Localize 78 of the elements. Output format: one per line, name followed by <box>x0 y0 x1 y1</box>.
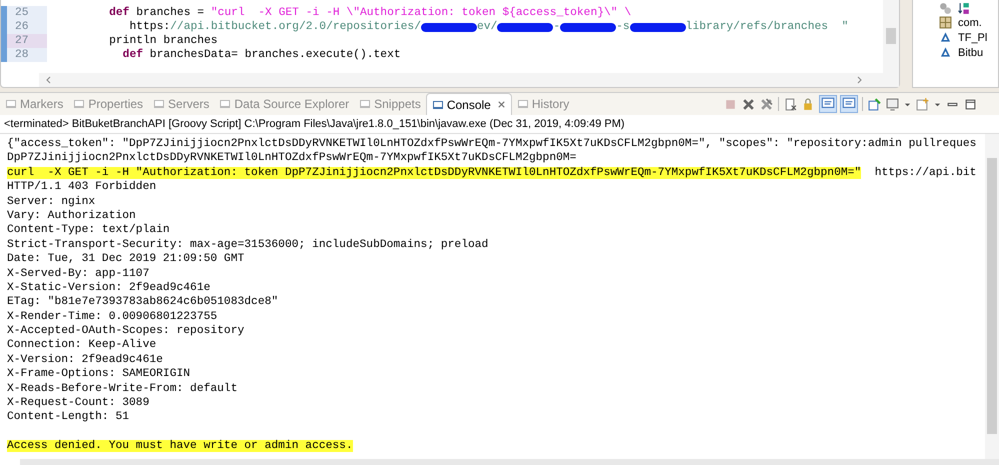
console-output-line: Date: Tue, 31 Dec 2019 21:09:50 GMT <box>7 253 244 266</box>
code-text: "curl -X GET -i -H \"Authorization: token ${access_token}\" \ <box>210 6 632 20</box>
close-all-icon[interactable] <box>760 98 773 110</box>
console-output-line: X-Static-Version: 2f9ead9c461e <box>7 282 210 294</box>
console-output-line: X-Version: 2f9ead9c461e <box>7 354 163 366</box>
console-output-line: Connection: Keep-Alive <box>7 339 156 352</box>
triangle-icon <box>939 31 952 44</box>
console-output-line: Server: nginx <box>7 196 96 208</box>
console-toggle-icon[interactable] <box>820 96 836 112</box>
line-number: 28 <box>1 48 47 62</box>
code-editor[interactable] <box>0 0 900 88</box>
code-text: library/refs/branches " <box>686 20 848 34</box>
vertical-scrollbar[interactable] <box>883 0 899 87</box>
line-number: 27 <box>1 34 47 48</box>
console-header: <terminated> BitBuketBranchAPI [Groovy Script] C:\Program Files\Java\jre1.8.0_151\bin\javaw.exe (Dec 31, 2019, 4:09:49 PM) <box>0 115 999 134</box>
view-icon <box>359 98 372 110</box>
console-output-line: X-Frame-Options: SAMEORIGIN <box>7 368 190 380</box>
monitor-icon[interactable] <box>886 98 899 110</box>
redaction-mark <box>420 23 477 32</box>
code-text: println branches <box>108 34 218 48</box>
maximize-icon[interactable] <box>964 98 977 110</box>
redaction-mark <box>497 23 554 32</box>
view-icon <box>516 98 529 110</box>
close-icon[interactable] <box>742 98 755 110</box>
code-text: ev/ <box>476 20 498 34</box>
console-output-line: X-Served-By: app-1107 <box>7 268 150 280</box>
vertical-scrollbar[interactable] <box>985 134 999 459</box>
code-text: branches = <box>135 6 206 20</box>
code-text: //api.bitbucket.org/2.0/repositories/ <box>170 20 421 34</box>
view-icon <box>5 98 17 110</box>
outline-item[interactable]: com. <box>958 16 982 28</box>
console-output-line: {"access_token": "DpP7ZJinijjiocn2PnxlctDsDDyRVNKETWIl0LnHTOZdxfPswWrEQm-7YMxpwfIK5Xt7uKDsCFLM2gbpn0M=", "scopes": "repository:admin pullreques <box>7 138 976 150</box>
console-output-line: Content-Type: text/plain <box>7 224 170 236</box>
sort-icon[interactable] <box>958 2 971 15</box>
console-output-line: X-Render-Time: 0.00906801223755 <box>7 310 218 323</box>
console-output-line: ETag: "b81e7e7393783ab8624c6b051083dce8" <box>7 296 278 308</box>
balls-icon[interactable] <box>939 2 952 15</box>
console-output-line: DpP7ZJinijjiocn2PnxlctDsDDyRVNKETWIl0LnHTOZdxfPswWrEQm-7YMxpwfIK5Xt7uKDsCFLM2gbpn0M= <box>7 152 576 164</box>
view-tab[interactable]: Properties <box>68 93 148 115</box>
outline-item[interactable]: TF_Pl <box>958 32 988 44</box>
console-output-line: X-Accepted-OAuth-Scopes: repository <box>7 325 244 338</box>
console-output-line: X-Reads-Before-Write-From: default <box>7 382 238 395</box>
lock-icon[interactable] <box>802 98 815 110</box>
view-icon <box>432 98 444 110</box>
code-text: https: <box>128 20 170 34</box>
view-icon <box>153 98 166 110</box>
code-text: -s <box>616 20 630 34</box>
console-output-line: Vary: Authorization <box>7 210 136 222</box>
redaction-mark <box>560 23 616 32</box>
view-tab[interactable]: Data Source Explorer <box>214 93 354 115</box>
view-tab[interactable]: Console <box>426 93 512 115</box>
view-tab[interactable]: Servers <box>148 93 214 115</box>
horizontal-scrollbar[interactable] <box>39 73 883 87</box>
code-text: def <box>108 6 130 20</box>
console-output-line: https://api.bit <box>874 166 976 179</box>
view-icon <box>73 98 86 110</box>
pin-icon[interactable] <box>868 98 881 110</box>
view-tab[interactable]: Snippets <box>354 93 426 115</box>
line-number: 25 <box>1 6 47 20</box>
redaction-mark <box>630 23 686 32</box>
console-output-line: X-Request-Count: 3089 <box>7 397 150 410</box>
console-toggle-icon[interactable] <box>841 96 857 112</box>
line-number: 26 <box>1 20 47 34</box>
grid-icon <box>939 16 952 29</box>
outline-item[interactable]: Bitbu <box>958 46 984 58</box>
view-icon <box>219 98 232 110</box>
console-output-line: Content-Length: 51 <box>7 411 130 424</box>
new-console-icon[interactable] <box>916 98 929 110</box>
console-output-line: Strict-Transport-Security: max-age=31536000; includeSubDomains; preload <box>7 238 488 251</box>
triangle-icon <box>939 46 952 59</box>
console-output-line: HTTP/1.1 403 Forbidden <box>7 181 156 194</box>
code-text: - <box>553 20 560 34</box>
view-tab[interactable]: History <box>512 93 574 115</box>
close-icon[interactable] <box>496 100 506 109</box>
code-text: def <box>122 48 144 62</box>
code-text: branchesData= branches.execute().text <box>148 48 401 62</box>
clear-icon[interactable] <box>784 98 797 110</box>
view-tab[interactable]: Markers <box>0 93 68 115</box>
